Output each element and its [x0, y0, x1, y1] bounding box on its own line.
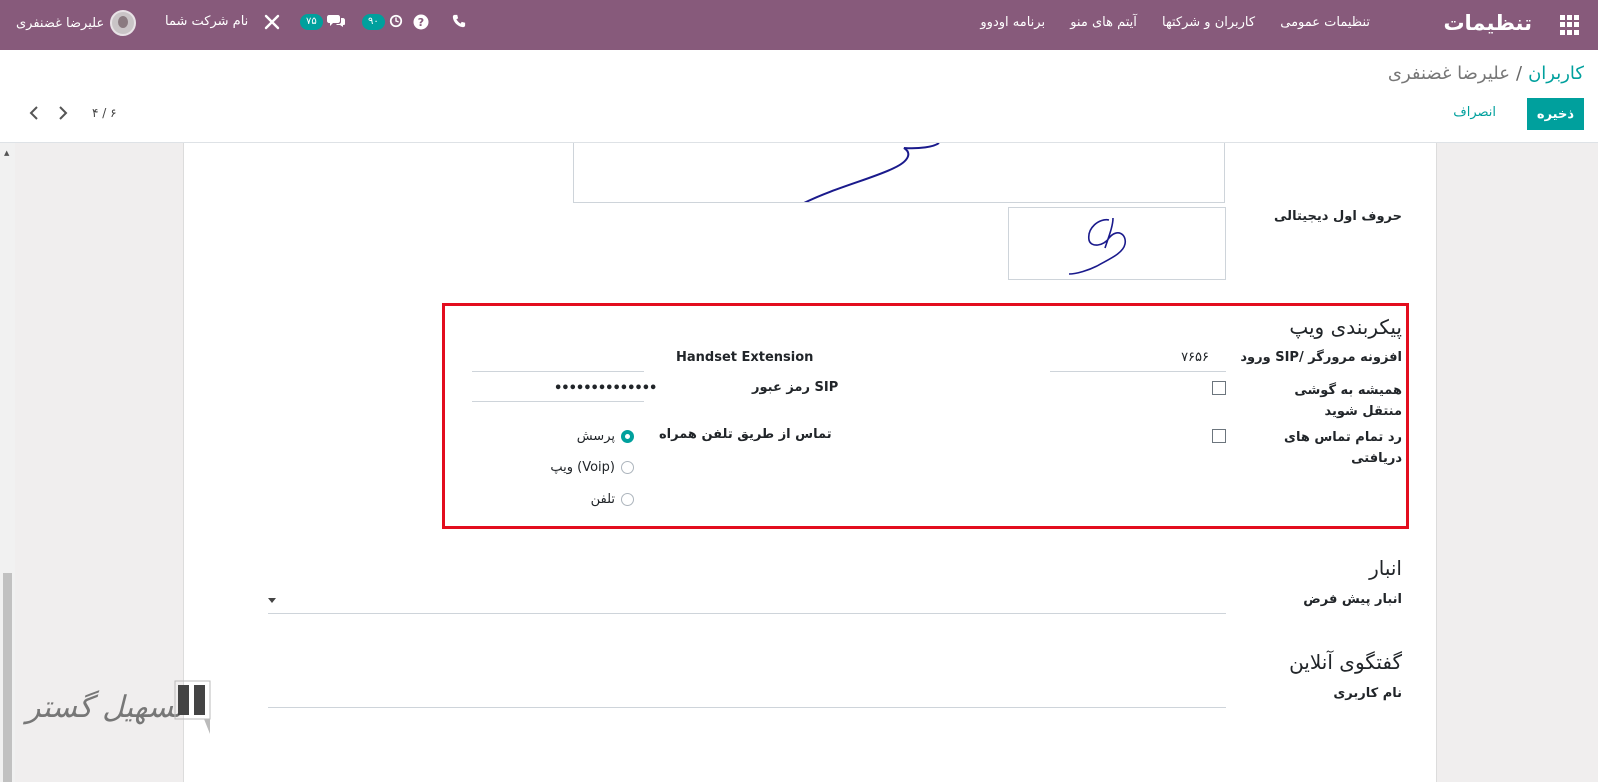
default-warehouse-label: انبار پیش فرض — [1303, 592, 1402, 607]
scroll-up-arrow-icon[interactable]: ▲ — [4, 149, 9, 157]
menu-item-general-settings[interactable]: تنظیمات عمومی — [1280, 15, 1370, 30]
reject-all-calls-checkbox[interactable] — [1212, 429, 1226, 443]
watermark-text: تسهیل گستر — [26, 690, 183, 725]
form-sheet: حروف اول دیجیتالی پیکربندی ویپ ورود SIP/… — [183, 143, 1437, 782]
debug-tools-icon[interactable] — [264, 14, 280, 34]
sip-login-value[interactable]: ۷۶۵۶ — [1181, 350, 1209, 365]
menu-item-odoo-apps[interactable]: برنامه اودوو — [980, 15, 1045, 30]
app-brand-title[interactable]: تنظیمات — [1443, 11, 1532, 35]
sip-login-field[interactable] — [1050, 371, 1226, 372]
clock-icon — [390, 14, 403, 28]
livechat-username-field[interactable] — [268, 707, 1226, 708]
save-button[interactable]: ذخیره — [1526, 98, 1584, 130]
chevron-right-icon — [59, 106, 68, 120]
menu-item-users-companies[interactable]: کاربران و شرکتها — [1162, 15, 1255, 30]
breadcrumb: کاربران/ علیرضا غضنفری — [1388, 63, 1584, 84]
digital-initials-label: حروف اول دیجیتالی — [1274, 209, 1402, 224]
messages-count-badge: ۷۵ — [300, 14, 323, 30]
always-transfer-checkbox[interactable] — [1212, 381, 1226, 395]
top-navbar: تنظیمات تنظیمات عمومی کاربران و شرکتها آ… — [0, 0, 1598, 50]
sip-password-label: رمز عبور SIP — [752, 380, 839, 395]
messaging-menu[interactable]: ۷۵ — [300, 14, 346, 30]
radio-unchecked-icon[interactable] — [621, 461, 634, 474]
pager-next-button[interactable] — [58, 106, 68, 122]
mobile-call-label: تماس از طریق تلفن همراه — [659, 427, 832, 442]
radio-unchecked-icon[interactable] — [621, 493, 634, 506]
default-warehouse-select[interactable] — [268, 613, 1226, 614]
avatar — [110, 10, 137, 36]
watermark-logo: تسهیل گستر — [26, 680, 211, 740]
discard-button[interactable]: انصراف — [1453, 105, 1496, 120]
sip-password-field[interactable] — [472, 401, 644, 402]
always-transfer-label: همیشه به گوشی منتقل شوید — [1294, 383, 1402, 419]
sip-password-value[interactable]: •••••••••••••• — [554, 381, 657, 396]
scrollbar-thumb[interactable] — [3, 573, 12, 782]
user-name: علیرضا غضنفری — [16, 15, 105, 31]
caret-down-icon[interactable] — [268, 598, 276, 603]
voip-section-title: پیکربندی ویپ — [1289, 315, 1402, 339]
chevron-left-icon — [29, 106, 38, 120]
control-panel: کاربران/ علیرضا غضنفری ذخیره انصراف ۴ / ۶ — [0, 50, 1598, 143]
breadcrumb-users-link[interactable]: کاربران — [1528, 63, 1584, 84]
sip-login-label: ورود SIP/ افزونه مرورگر — [1240, 350, 1402, 365]
comments-icon — [327, 15, 346, 27]
signature-image[interactable] — [573, 143, 1225, 203]
watermark-mark-icon — [174, 680, 211, 734]
main-menu: تنظیمات عمومی کاربران و شرکتها آیتم های … — [959, 15, 1370, 30]
radio-checked-icon[interactable] — [621, 430, 634, 443]
breadcrumb-current: علیرضا غضنفری — [1387, 63, 1510, 84]
pager-value[interactable]: ۴ / ۶ — [92, 106, 117, 120]
company-switcher[interactable]: نام شرکت شما — [165, 14, 248, 30]
handset-extension-field[interactable] — [472, 371, 644, 372]
svg-text:?: ? — [418, 16, 424, 29]
breadcrumb-separator: / — [1516, 63, 1523, 84]
mobile-call-option-phone-label: تلفن — [590, 492, 615, 507]
menu-item-menu-items[interactable]: آیتم های منو — [1070, 15, 1137, 30]
mobile-call-option-voip-label: ویپ (Voip) — [550, 460, 615, 475]
inventory-section-title: انبار — [1369, 556, 1402, 580]
digital-initials-image[interactable] — [1008, 207, 1226, 280]
apps-grid-icon[interactable] — [1560, 15, 1580, 35]
user-menu[interactable]: علیرضا غضنفری — [16, 10, 137, 36]
reject-all-calls-label: رد تمام تماس های دریافتی — [1284, 430, 1402, 466]
livechat-username-label: نام کاربری — [1333, 686, 1402, 701]
pager-previous-button[interactable] — [29, 106, 39, 122]
activity-menu[interactable]: ۹۰ — [362, 14, 403, 30]
mobile-call-option-phone[interactable]: تلفن — [591, 492, 634, 507]
livechat-section-title: گفتگوی آنلاین — [1289, 650, 1402, 674]
mobile-call-option-ask-label: پرسش — [576, 429, 615, 444]
mobile-call-option-voip[interactable]: ویپ (Voip) — [550, 460, 634, 475]
handset-extension-label: Handset Extension — [676, 350, 814, 365]
mobile-call-option-ask[interactable]: پرسش — [577, 429, 634, 444]
page-scrollbar[interactable]: ▲ — [0, 143, 15, 782]
activity-count-badge: ۹۰ — [362, 14, 385, 30]
question-circle-icon[interactable]: ? — [413, 14, 429, 34]
phone-icon[interactable] — [452, 14, 466, 32]
